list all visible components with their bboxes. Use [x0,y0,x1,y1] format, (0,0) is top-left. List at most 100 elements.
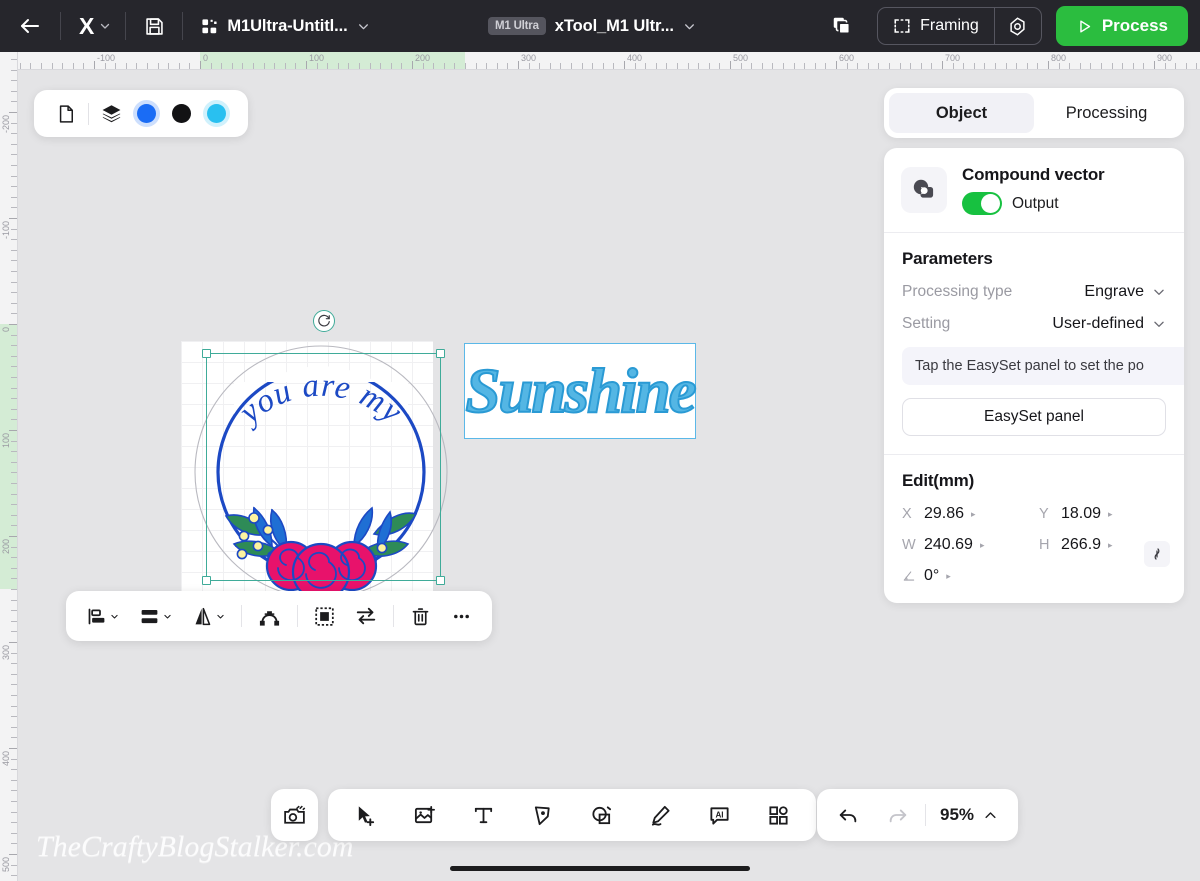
swap-button[interactable] [345,591,387,641]
tab-processing[interactable]: Processing [1034,93,1179,133]
flip-button[interactable] [182,591,235,641]
machine-name: xTool_M1 Ultr... [554,16,674,35]
undo-button[interactable] [823,789,873,841]
ruler-tick-minor [475,63,477,69]
play-triangle-icon [1080,19,1090,33]
ruler-tick-minor [11,154,17,156]
text-tool[interactable] [454,789,513,841]
ruler-tick-minor [814,63,816,69]
ruler-tick-minor [740,63,742,69]
rotate-handle[interactable] [312,310,335,332]
pen-tool[interactable] [513,789,572,841]
ruler-tick-minor [878,63,880,69]
resize-handle-top-right[interactable] [436,349,445,358]
apps-tool[interactable] [749,789,808,841]
sunshine-label: Sunshine [464,355,697,426]
field-w[interactable]: W 240.69 ▸ [902,536,1029,554]
zoom-level-button[interactable]: 95% [928,789,1010,841]
framing-brackets-icon [894,19,910,33]
ruler-tick-minor [751,63,753,69]
sunshine-text-object[interactable]: Sunshine [464,343,698,439]
ruler-tick-minor [11,493,17,495]
ruler-tick [9,854,17,855]
project-menu[interactable]: M1Ultra-Untitl... [183,17,369,36]
ruler-label: 400 [627,53,643,63]
color-swatch-cyan[interactable] [207,104,226,123]
selection-box[interactable] [202,310,445,585]
framing-button[interactable]: Framing [878,8,994,44]
distribute-button[interactable] [129,591,182,641]
processing-type-label: Processing type [902,283,1013,300]
top-bar-actions: Framing Process [819,0,1200,52]
resize-handle-top-left[interactable] [202,349,211,358]
output-toggle[interactable] [962,192,1002,215]
process-button[interactable]: Process [1055,6,1188,46]
ruler-tick-minor [11,589,17,590]
project-name: M1Ultra-Untitl... [227,16,348,35]
ruler-label: -100 [97,53,116,63]
save-button[interactable] [126,0,182,52]
more-button[interactable] [441,591,482,641]
ruler-tick-minor [11,875,17,877]
output-toggle-row: Output [962,192,1104,215]
resize-handle-bottom-right[interactable] [436,576,445,585]
divider [393,605,394,627]
xtool-x-logo: X [79,12,94,39]
redo-button[interactable] [873,789,923,841]
ruler-tick-minor [401,63,403,69]
node-edit-button[interactable] [248,591,291,641]
framing-settings-button[interactable] [995,8,1041,44]
field-x[interactable]: X 29.86 ▸ [902,505,1029,523]
setting-select[interactable]: User-defined [1052,315,1166,333]
image-trace-button[interactable] [304,591,345,641]
shape-tool[interactable] [572,789,631,841]
insert-image-tool[interactable] [395,789,454,841]
field-y[interactable]: Y 18.09 ▸ [1039,505,1166,523]
bottom-tool-bar: AI [328,789,816,841]
link-ratio-button[interactable] [1144,541,1170,567]
link-ratio-icon [1154,548,1160,560]
ruler-tick [9,642,17,643]
ruler-tick-minor [931,63,933,69]
camera-button[interactable] [271,789,318,841]
color-swatch-black[interactable] [172,104,191,123]
easyset-panel-button[interactable]: EasySet panel [902,398,1166,436]
layers-button[interactable] [93,90,129,137]
compound-shape-glyph [913,179,934,198]
ai-tool[interactable]: AI [690,789,749,841]
machine-selector[interactable]: M1 Ultra xTool_M1 Ultr... [488,0,696,52]
ruler-tick [518,61,519,69]
ruler-tick-minor [11,451,17,453]
ruler-tick-minor [11,366,17,368]
processing-type-select[interactable]: Engrave [1084,283,1166,301]
copies-button[interactable] [819,0,865,52]
tab-object[interactable]: Object [889,93,1034,133]
brand-menu[interactable]: X [61,13,125,40]
color-swatch-blue[interactable] [137,104,156,123]
caret-icon: ▸ [1108,539,1113,550]
resize-handle-bottom-left[interactable] [202,576,211,585]
ruler-tick-minor [83,63,85,69]
page-button[interactable] [48,90,84,137]
ruler-tick-minor [11,175,17,177]
ruler-tick-minor [963,63,965,69]
field-w-value: 240.69 [924,536,973,553]
ruler-tick-minor [11,302,17,304]
ruler-label: 900 [1157,53,1173,63]
ruler-tick-minor [11,801,17,802]
parameters-title: Parameters [902,249,993,268]
ruler-tick-minor [231,63,233,69]
delete-button[interactable] [400,591,441,641]
ruler-tick-minor [433,63,435,69]
draw-tool[interactable] [631,789,690,841]
divider [925,804,926,826]
field-rotation[interactable]: 0° ▸ [902,567,1029,585]
ruler-tick-minor [274,63,276,69]
align-button[interactable] [76,591,129,641]
ruler-label: -100 [1,221,11,240]
field-y-label: Y [1039,506,1049,522]
back-button[interactable] [0,0,60,52]
select-tool[interactable] [336,789,395,841]
horizontal-ruler[interactable]: -200-10001002003004005006007008009001000… [0,52,1200,70]
vertical-ruler[interactable]: -300-200-1000100200300400500 [0,52,18,881]
